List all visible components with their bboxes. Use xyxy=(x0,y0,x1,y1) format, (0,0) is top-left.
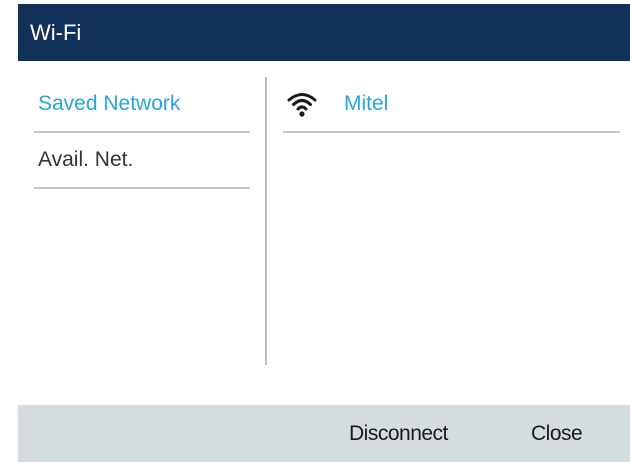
menu-item-label: Saved Network xyxy=(38,92,181,115)
network-list: Mitel xyxy=(283,77,620,133)
left-menu: Saved Network Avail. Net. xyxy=(34,77,250,189)
menu-item-available-networks[interactable]: Avail. Net. xyxy=(34,133,250,189)
page-title: Wi-Fi xyxy=(30,20,82,45)
wifi-screen: Wi-Fi Saved Network Avail. Net. Mitel Di… xyxy=(0,0,630,462)
menu-item-label: Avail. Net. xyxy=(38,148,134,171)
disconnect-button[interactable]: Disconnect xyxy=(349,405,448,462)
close-button[interactable]: Close xyxy=(531,405,583,462)
wifi-signal-icon xyxy=(287,91,317,117)
network-name: Mitel xyxy=(344,92,389,115)
pane-divider xyxy=(265,77,267,365)
title-bar: Wi-Fi xyxy=(18,4,630,61)
menu-item-saved-network[interactable]: Saved Network xyxy=(34,77,250,133)
network-list-item[interactable]: Mitel xyxy=(283,77,620,133)
softkey-bar: Disconnect Close xyxy=(18,405,630,462)
